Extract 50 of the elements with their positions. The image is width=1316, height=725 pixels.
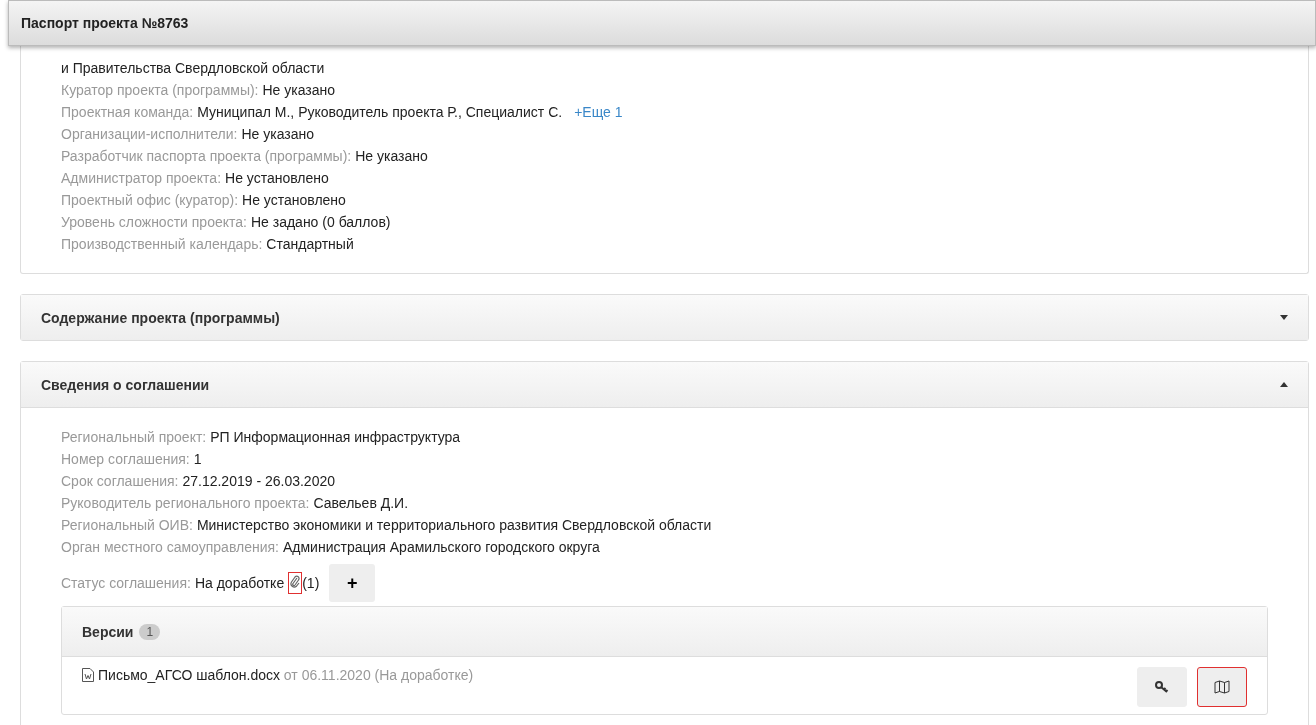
caret-down-icon (1280, 315, 1288, 320)
count-badge: 1 (139, 623, 161, 640)
field-value: 27.12.2019 - 26.03.2020 (182, 472, 335, 491)
field-value: Администрация Арамильского городского округа (283, 538, 600, 557)
add-button[interactable]: + (329, 564, 376, 602)
field-value: Муниципал М., Руководитель проекта Р., Специалист С. (197, 103, 563, 122)
version-entry[interactable]: Письмо_АГСО шаблон.docx от 06.11.2020 (На доработке) (98, 667, 474, 683)
map-icon (1214, 680, 1230, 694)
field-label: Номер соглашения: (61, 450, 190, 469)
field-value: Савельев Д.И. (313, 494, 409, 513)
field-label: Руководитель регионального проекта: (61, 494, 310, 513)
field-label: Статус соглашения: (61, 574, 191, 593)
more-link[interactable]: +Еще 1 (574, 101, 623, 123)
section-header[interactable]: Сведения о соглашении (21, 362, 1308, 408)
field-value: Стандартный (266, 235, 354, 254)
key-icon (1155, 681, 1169, 693)
field-value: РП Информационная инфраструктура (210, 428, 461, 447)
field-value: Не указано (355, 147, 428, 166)
field-label: Организации-исполнители: (61, 125, 238, 144)
section-title: Содержание проекта (программы) (41, 309, 280, 326)
field-value: Не задано (0 баллов) (250, 213, 391, 232)
field-value: Не указано (241, 125, 314, 144)
field-label: Разработчик паспорта проекта (программы): (61, 147, 352, 166)
map-button[interactable] (1197, 667, 1247, 707)
field-value: и Правительства Свердловской области (61, 59, 326, 78)
window-title: Паспорт проекта №8763 (8, 0, 1316, 46)
field-label: Производственный календарь: (61, 235, 263, 254)
field-label: Региональный проект: (61, 428, 207, 447)
field-value: На доработке (194, 574, 285, 593)
document-icon (82, 668, 94, 682)
field-label: Проектный офис (куратор): (61, 191, 239, 210)
field-value: 1 (193, 450, 202, 469)
field-value: Не указано (262, 81, 336, 100)
key-button[interactable] (1137, 667, 1187, 707)
section-title: Сведения о соглашении (41, 376, 210, 393)
field-value: Министерство экономики и территориального развития Свердловской области (196, 516, 712, 535)
field-label: Региональный ОИВ: (61, 516, 193, 535)
field-value: Не установлено (225, 169, 329, 188)
paperclip-icon[interactable] (288, 572, 303, 594)
field-value: Не установлено (242, 191, 346, 210)
field-label: Орган местного самоуправления: (61, 538, 279, 557)
field-label: Уровень сложности проекта: (61, 213, 247, 232)
caret-up-icon (1280, 382, 1288, 387)
field-label: Куратор проекта (программы): (61, 81, 259, 100)
field-label: Срок соглашения: (61, 472, 179, 491)
section-header[interactable]: Содержание проекта (программы) (21, 295, 1308, 340)
versions-title: Версии (82, 623, 134, 640)
field-label: Администратор проекта: (61, 169, 222, 188)
attachment-count: (1) (302, 574, 320, 593)
field-label: Проектная команда: (61, 103, 194, 122)
